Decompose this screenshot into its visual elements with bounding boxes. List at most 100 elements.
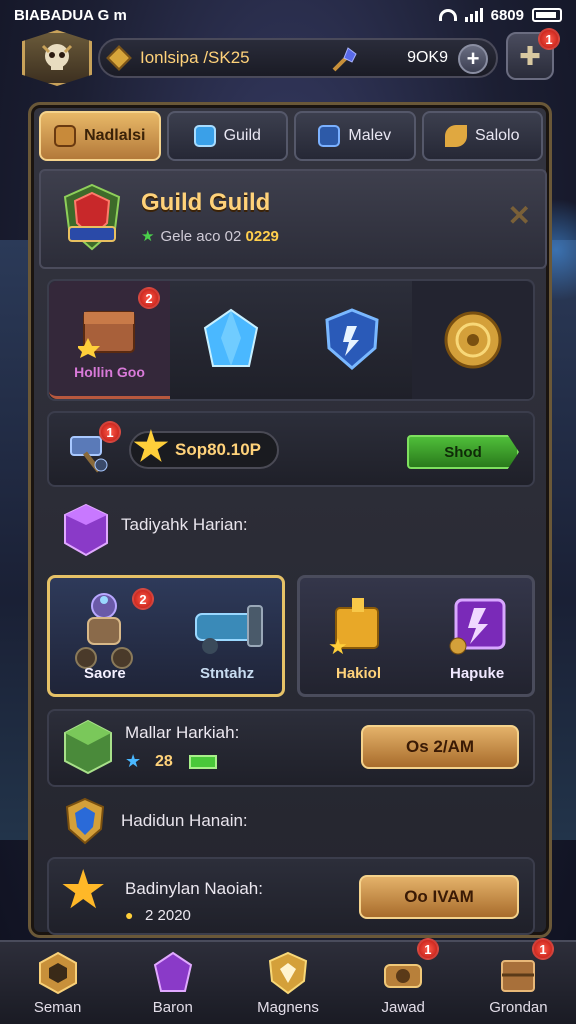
reward-badge: 1 <box>99 421 121 443</box>
nav-badge: 1 <box>416 938 439 960</box>
purple-crystal-icon <box>153 951 192 992</box>
nav-magnens[interactable]: Magnens <box>230 942 345 1024</box>
section-label-daily: Tadiyahk Harian: <box>121 515 248 534</box>
tab-label: Guild <box>223 127 261 144</box>
cannon-nav-icon <box>384 963 423 988</box>
tab-nadlalsi[interactable]: Nadlalsi <box>39 111 161 161</box>
tab-label: Nadlalsi <box>84 127 146 144</box>
nav-grondan[interactable]: 1 Grondan <box>461 938 576 1024</box>
signal-icon <box>464 8 483 22</box>
guild-subtitle-text: Gele aco 02 <box>160 228 242 245</box>
tab-malev[interactable]: Malev <box>294 111 416 161</box>
card-label: Hakiol <box>336 665 382 682</box>
shop-button[interactable]: Shod <box>407 435 519 469</box>
resource-bar: Ionlsipa /SK25 9OK9 + <box>98 38 498 78</box>
guild-title: Guild Guild <box>141 189 271 216</box>
item-shield[interactable] <box>291 281 412 399</box>
item-coin[interactable] <box>412 281 533 399</box>
crate-icon <box>501 959 536 992</box>
nav-badge: 1 <box>532 938 555 960</box>
resource-label: Ionlsipa /SK25 <box>140 48 250 67</box>
tab-label: Salolo <box>475 127 520 144</box>
bar-2-title: Badinylan Naoiah: <box>125 879 263 898</box>
treasure-chest-icon <box>77 310 135 358</box>
card-label: Stntahz <box>200 665 255 682</box>
nav-seman[interactable]: Seman <box>0 942 115 1024</box>
purple-cube-icon <box>64 503 108 557</box>
tab-guild[interactable]: Guild <box>166 111 288 161</box>
nav-label: Grondan <box>489 998 548 1016</box>
items-row: 2 Hollin Goo <box>47 279 535 401</box>
reward-amount: Sop80.10P <box>175 440 261 459</box>
guild-subtitle-number: 0229 <box>245 228 279 245</box>
card-hero-selected[interactable]: 2 Saore Stntahz <box>47 575 285 697</box>
player-avatar[interactable] <box>22 30 92 86</box>
add-resource-button[interactable]: + <box>458 44 488 74</box>
tab-label: Malev <box>348 127 392 144</box>
gold-box-icon: ★ <box>328 598 379 656</box>
item-crystal[interactable] <box>170 281 291 399</box>
guild-panel: Nadlalsi Guild Malev Salolo Guild Guild … <box>28 102 552 938</box>
bar-2-button[interactable]: Oo IVAM <box>359 875 519 919</box>
bar-1-title: Mallar Harkiah: <box>125 723 240 742</box>
big-star-icon: ★ <box>59 860 108 920</box>
nav-label: Magnens <box>257 998 319 1016</box>
shield-icon <box>318 125 341 147</box>
resource-count: 9OK9 <box>407 49 448 66</box>
bar-1-button[interactable]: Os 2/AM <box>361 725 519 769</box>
hexagon-icon <box>38 951 77 994</box>
wifi-icon <box>438 9 457 21</box>
gold-star-icon: ★ <box>133 425 169 469</box>
battery-icon <box>532 8 562 22</box>
card-label: Hapuke <box>450 665 505 682</box>
nav-baron[interactable]: Baron <box>115 942 230 1024</box>
gold-gem-icon <box>106 45 132 71</box>
bottom-nav: Seman Baron Magnens 1 Jawad 1 Grondan <box>0 938 576 1024</box>
bar-2-value: 2 2020 <box>145 907 191 924</box>
notification-badge: 1 <box>538 28 560 50</box>
card-items[interactable]: ★ Hakiol Hapuke <box>297 575 535 697</box>
star-icon: ★ <box>141 228 155 245</box>
item-chest[interactable]: 2 Hollin Goo <box>49 281 170 399</box>
bar-row-2: ★ Badinylan Naoiah: ● 2 2020 Oo IVAM <box>47 857 535 935</box>
nav-label: Jawad <box>381 998 425 1016</box>
status-bar: BIABADUA G m 6809 <box>0 0 576 30</box>
section-label-rewards: Hadidun Hanain: <box>121 811 248 830</box>
skull-icon <box>41 44 73 70</box>
bar-row-1: Mallar Harkiah: ★ 28 Os 2/AM <box>47 709 535 787</box>
puzzle-menu-button[interactable]: ✚ 1 <box>506 28 560 80</box>
blue-star-icon: ★ <box>125 751 142 771</box>
chest-icon <box>54 125 77 147</box>
blue-emblem-icon <box>65 797 105 845</box>
feather-icon <box>445 125 467 147</box>
close-icon[interactable]: ✕ <box>508 199 531 232</box>
svg-text:★: ★ <box>328 634 348 656</box>
item-caption: Hollin Goo <box>74 363 145 380</box>
guild-subtitle: ★ Gele aco 02 0229 <box>141 227 279 245</box>
reward-row: 1 ★ Sop80.10P Shod <box>47 411 535 487</box>
status-left-text: BIABADUA G m <box>14 6 127 24</box>
guild-header: Guild Guild ★ Gele aco 02 0229 ✕ <box>39 169 547 269</box>
green-battery-icon <box>189 755 217 769</box>
item-badge: 2 <box>138 287 160 309</box>
tab-salolo[interactable]: Salolo <box>421 111 543 161</box>
blue-shield-icon <box>324 308 379 370</box>
card-badge: 2 <box>132 588 154 610</box>
guild-crest-icon <box>63 183 121 251</box>
nav-jawad[interactable]: 1 Jawad <box>346 938 461 1024</box>
magic-wand-icon <box>332 47 357 72</box>
status-time: 6809 <box>490 6 524 24</box>
nav-label: Baron <box>152 998 193 1016</box>
bar-1-value: 28 <box>155 753 173 770</box>
blue-crystal-icon <box>203 308 258 367</box>
coin-icon: ● <box>125 907 134 923</box>
crystal-icon <box>193 125 216 147</box>
puzzle-icon: ✚ <box>519 40 541 71</box>
reward-amount-pill: ★ Sop80.10P <box>129 427 279 469</box>
purple-gem-icon <box>449 598 506 655</box>
card-label: Saore <box>84 665 126 682</box>
cannon-icon <box>195 605 263 654</box>
top-bar: Ionlsipa /SK25 9OK9 + ✚ 1 <box>14 28 562 90</box>
gold-shield-icon <box>268 951 308 994</box>
tab-bar: Nadlalsi Guild Malev Salolo <box>39 111 543 163</box>
